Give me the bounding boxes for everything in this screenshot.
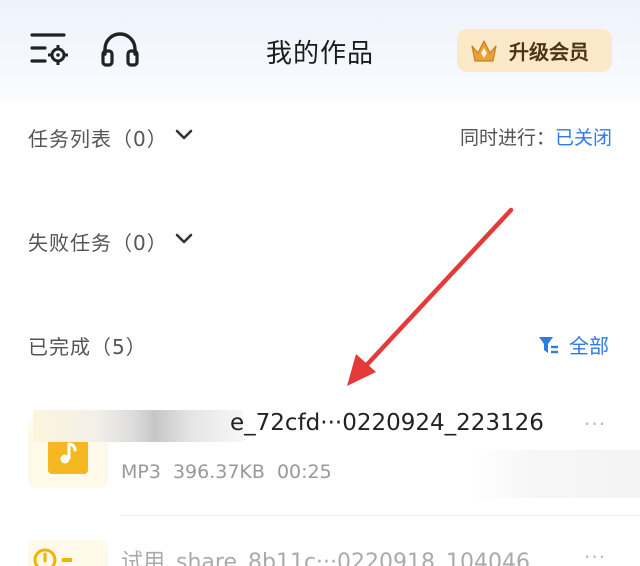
warning-icon (33, 548, 72, 566)
filter-icon (539, 336, 558, 353)
file-name[interactable]: e_72cfd···0220924_223126 (230, 410, 544, 436)
file-name[interactable]: 试用_share_8b11c···0220918_104046 (121, 544, 530, 566)
completed-section-label: 已完成（5） (28, 335, 147, 359)
file-format: MP3 (121, 461, 161, 483)
file-duration: 00:25 (276, 461, 332, 483)
chevron-down-icon[interactable] (175, 129, 193, 141)
failed-tasks-toggle[interactable]: 失败任务（0） (28, 227, 168, 256)
concurrency-status: 已关闭 (554, 127, 612, 149)
crown-icon (471, 39, 497, 62)
file-meta: MP3 396.37KB 00:25 (121, 461, 344, 483)
concurrency-label: 同时进行： (459, 127, 555, 149)
task-list-toggle[interactable]: 任务列表（0） (28, 123, 168, 152)
filter-label: 全部 (569, 334, 609, 358)
chevron-down-icon[interactable] (175, 233, 193, 245)
upgrade-vip-button[interactable]: 升级会员 (457, 29, 612, 72)
blurred-filename-prefix (33, 410, 243, 442)
blurred-region (470, 450, 640, 498)
file-size: 396.37KB (172, 461, 265, 483)
more-options-icon[interactable]: ··· (584, 545, 606, 566)
file-thumbnail[interactable] (28, 540, 108, 566)
top-bar: 我的作品 升级会员 (0, 0, 640, 102)
filter-button[interactable]: 全部 (537, 330, 609, 359)
divider (121, 515, 640, 516)
upgrade-label: 升级会员 (509, 40, 589, 64)
more-options-icon[interactable]: ··· (584, 412, 606, 436)
concurrency-toggle[interactable]: 同时进行：已关闭 (460, 123, 612, 150)
